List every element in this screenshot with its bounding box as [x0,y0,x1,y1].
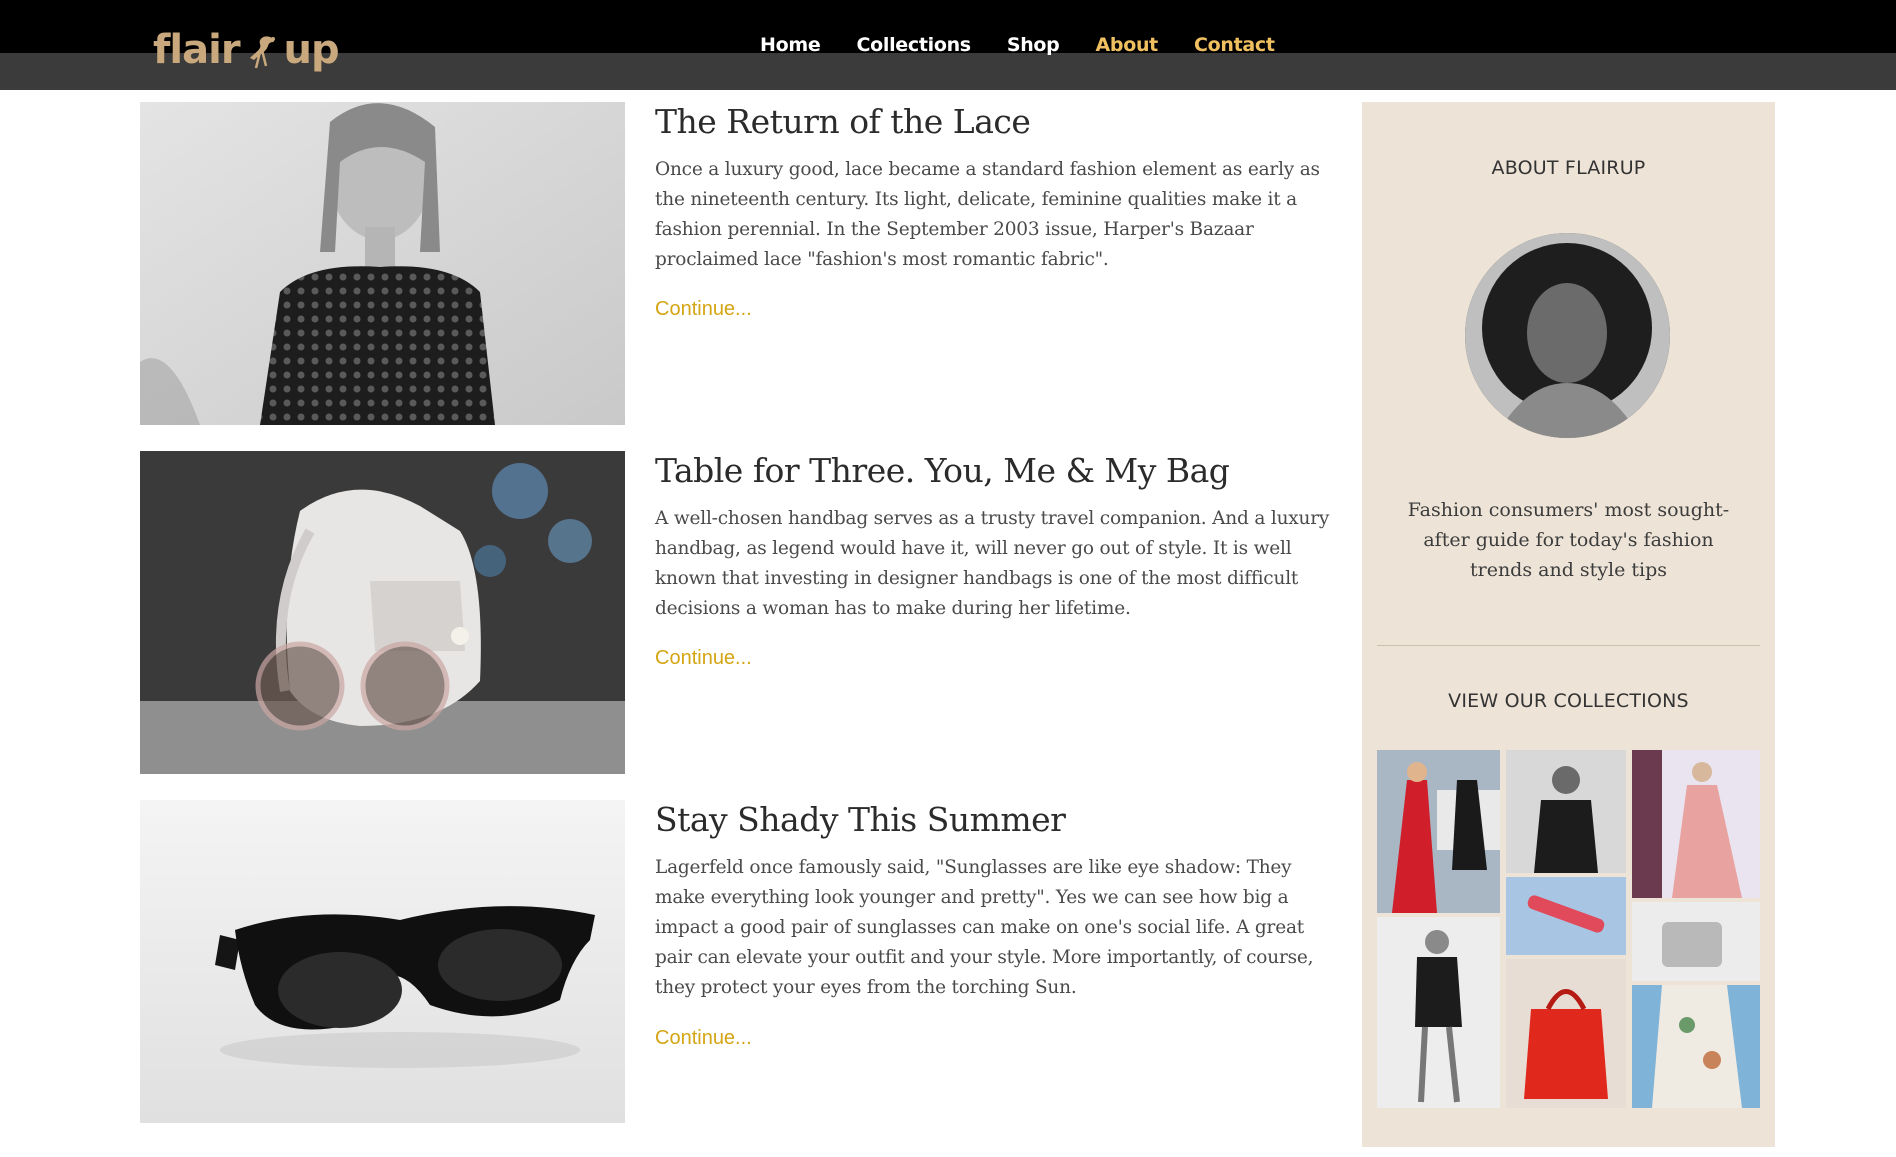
nav-shop[interactable]: Shop [1007,30,1060,60]
about-text: Fashion consumers' most sought-after gui… [1407,499,1730,581]
post-excerpt: Once a luxury good, lace became a standa… [655,159,1320,270]
collection-tile[interactable] [1377,917,1500,1108]
collection-tile[interactable] [1506,959,1626,1108]
post-image-sunglasses[interactable] [140,800,625,1123]
post-title[interactable]: Stay Shady This Summer [655,800,1066,840]
collection-tile[interactable] [1632,750,1760,898]
flamingo-icon [242,30,282,70]
post-title[interactable]: The Return of the Lace [655,102,1031,142]
collection-tile[interactable] [1632,985,1760,1108]
continue-link[interactable]: Continue... [655,645,752,671]
collection-tile[interactable] [1506,750,1626,873]
collection-tile[interactable] [1632,902,1760,981]
author-avatar [1465,233,1670,438]
nav-about[interactable]: About [1095,30,1158,60]
nav-home[interactable]: Home [760,30,821,60]
collections-heading: VIEW OUR COLLECTIONS [1448,690,1689,712]
continue-link[interactable]: Continue... [655,296,752,322]
sidebar: ABOUT FLAIRUP Fashion consumers' most so… [1362,102,1775,1147]
collection-tile[interactable] [1377,750,1500,913]
post-image-handbag[interactable] [140,451,625,774]
nav-collections[interactable]: Collections [856,30,971,60]
main-nav: Home Collections Shop About Contact [760,30,1311,60]
logo-text-up: up [283,27,340,73]
post-image-lace[interactable] [140,102,625,425]
post-title[interactable]: Table for Three. You, Me & My Bag [655,451,1230,491]
divider [1377,645,1760,646]
nav-contact[interactable]: Contact [1194,30,1275,60]
about-heading: ABOUT FLAIRUP [1491,157,1646,179]
collections-grid [1377,750,1760,1108]
post-excerpt: A well-chosen handbag serves as a trusty… [655,508,1330,619]
logo-text-flair: flair [153,27,241,73]
collection-tile[interactable] [1506,877,1626,955]
continue-link[interactable]: Continue... [655,1025,752,1051]
post-excerpt: Lagerfeld once famously said, "Sunglasse… [655,857,1314,998]
site-logo[interactable]: flair up [153,14,340,73]
